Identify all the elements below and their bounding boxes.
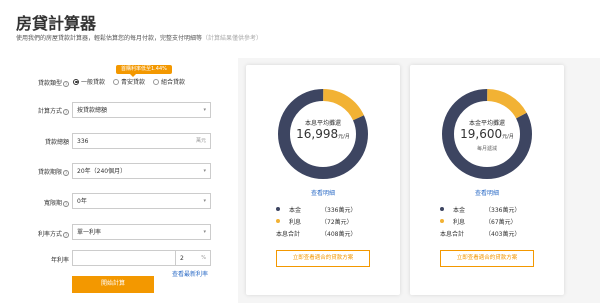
help-icon[interactable]: ?: [63, 200, 69, 207]
loan-type-radio-group: 一般貸款 青安貸款 組合貸款: [73, 77, 185, 86]
annual-rate-value: 2: [180, 255, 184, 262]
rate-type-value: 單一利率: [77, 229, 102, 236]
view-details-link[interactable]: 查看明細: [246, 188, 400, 197]
legend-value: （403萬元）: [485, 230, 521, 238]
legend-interest: 利息 （72萬元）: [276, 215, 356, 227]
legend-value: （67萬元）: [485, 218, 517, 226]
result-card-equal-principal: 本金平均攤還 19,600元/月 每月遞減 查看明細 本金 （336萬元） 利息 （…: [410, 65, 564, 295]
radio-empty-icon: [153, 78, 160, 85]
legend-value: （336萬元）: [321, 206, 357, 214]
monthly-payment-unit: 元/月: [502, 134, 514, 140]
grace-period-label-text: 寬限期: [43, 200, 62, 207]
grace-period-value: 0年: [77, 198, 87, 205]
legend-value: （336萬元）: [485, 206, 521, 214]
legend-total: 本息合計 （408萬元）: [276, 227, 356, 239]
subtitle-text: 使用我們的房屋貸款計算器，輕鬆估算您的每月付款，完整支付明細等: [16, 35, 203, 42]
view-loan-plans-button[interactable]: 立即查看適合的貸款方案: [440, 250, 534, 267]
interest-dot-icon: [440, 219, 444, 223]
chevron-down-icon: ▾: [203, 107, 206, 113]
monthly-payment: 16,998元/月: [276, 127, 370, 141]
loan-term-label: 貸款期限?: [38, 167, 69, 176]
calc-method-label-text: 計算方式: [37, 108, 62, 115]
subtitle-hint: （計算結果僅供參考）: [202, 35, 263, 42]
legend-label: 本息合計: [440, 230, 465, 238]
legend-total: 本息合計 （403萬元）: [440, 227, 520, 239]
rate-type-select[interactable]: 單一利率 ▾: [72, 224, 211, 240]
radio-selected-icon: [73, 78, 79, 85]
calc-method-select[interactable]: 按貸款總額 ▾: [72, 102, 211, 118]
payment-sub: 每月遞減: [476, 146, 497, 152]
chevron-down-icon: ▾: [203, 198, 206, 204]
donut-center: 本金平均攤還 19,600元/月 每月遞減: [440, 87, 534, 181]
calc-method-label: 計算方式?: [38, 106, 69, 115]
loan-type-label: 貸款類型?: [38, 78, 69, 87]
principal-dot-icon: [276, 207, 280, 211]
payment-method-label: 本金平均攤還: [468, 120, 505, 127]
rate-type-label: 利率方式?: [38, 229, 69, 238]
chevron-down-icon: ▾: [203, 168, 206, 174]
loan-term-value: 20年（240個月）: [77, 168, 127, 175]
loan-term-label-text: 貸款期限: [37, 169, 62, 176]
legend: 本金 （336萬元） 利息 （67萬元） 本息合計 （403萬元）: [440, 203, 520, 239]
radio-combo-loan[interactable]: 組合貸款: [153, 77, 185, 86]
monthly-payment: 19,600元/月: [440, 127, 534, 141]
chevron-down-icon: ▾: [203, 229, 206, 235]
radio-general-loan[interactable]: 一般貸款: [73, 77, 105, 86]
monthly-payment-value: 16,998: [296, 127, 339, 141]
latest-rate-link[interactable]: 查看最新利率: [172, 269, 208, 278]
legend-principal: 本金 （336萬元）: [276, 203, 356, 215]
grace-period-select[interactable]: 0年 ▾: [72, 193, 211, 209]
calc-method-value: 按貸款總額: [77, 107, 108, 114]
annual-rate-unit: %: [201, 255, 206, 261]
help-icon[interactable]: ?: [63, 231, 69, 238]
loan-amount-value: 336: [77, 138, 89, 145]
interest-dot-icon: [276, 219, 280, 223]
monthly-payment-value: 19,600: [460, 127, 503, 141]
help-icon[interactable]: ?: [63, 80, 69, 87]
radio-label: 青安貸款: [121, 79, 146, 86]
loan-amount-unit: 萬元: [195, 138, 206, 144]
payment-method-label: 本息平均攤還: [304, 120, 341, 127]
result-card-equal-payment: 本息平均攤還 16,998元/月 查看明細 本金 （336萬元） 利息 （72萬元）…: [246, 65, 400, 295]
legend-label: 利息: [453, 218, 466, 226]
legend-value: （408萬元）: [321, 230, 357, 238]
page-subtitle: 使用我們的房屋貸款計算器，輕鬆估算您的每月付款，完整支付明細等（計算結果僅供參考…: [16, 33, 262, 42]
rate-type-label-text: 利率方式: [37, 231, 62, 238]
legend-principal: 本金 （336萬元）: [440, 203, 520, 215]
view-details-link[interactable]: 查看明細: [410, 188, 564, 197]
annual-rate-label: 年利率: [50, 257, 69, 264]
page-title: 房貸計算器: [16, 14, 97, 33]
loan-amount-label: 貸款總額: [44, 139, 69, 146]
radio-label: 一般貸款: [81, 79, 106, 86]
annual-rate-input[interactable]: 2%: [176, 250, 211, 266]
help-icon[interactable]: ?: [63, 169, 69, 176]
radio-label: 組合貸款: [161, 79, 186, 86]
promo-badge: 首購利率低至1.44%: [116, 65, 172, 77]
radio-youth-loan[interactable]: 青安貸款: [113, 77, 145, 86]
start-calc-button[interactable]: 開始計算: [72, 276, 154, 293]
legend: 本金 （336萬元） 利息 （72萬元） 本息合計 （408萬元）: [276, 203, 356, 239]
annual-rate-slider[interactable]: [72, 250, 176, 266]
monthly-payment-unit: 元/月: [338, 134, 350, 140]
donut-center: 本息平均攤還 16,998元/月: [276, 87, 370, 181]
legend-label: 本息合計: [276, 230, 301, 238]
legend-value: （72萬元）: [321, 218, 353, 226]
legend-interest: 利息 （67萬元）: [440, 215, 520, 227]
help-icon[interactable]: ?: [63, 108, 69, 115]
radio-empty-icon: [113, 78, 120, 85]
view-loan-plans-button[interactable]: 立即查看適合的貸款方案: [276, 250, 370, 267]
legend-label: 本金: [453, 206, 466, 214]
principal-dot-icon: [440, 207, 444, 211]
loan-amount-input[interactable]: 336 萬元: [72, 133, 211, 149]
legend-label: 本金: [289, 206, 302, 214]
grace-period-label: 寬限期?: [44, 198, 69, 207]
loan-type-label-text: 貸款類型: [37, 80, 62, 87]
loan-term-select[interactable]: 20年（240個月） ▾: [72, 163, 211, 179]
legend-label: 利息: [289, 218, 302, 226]
